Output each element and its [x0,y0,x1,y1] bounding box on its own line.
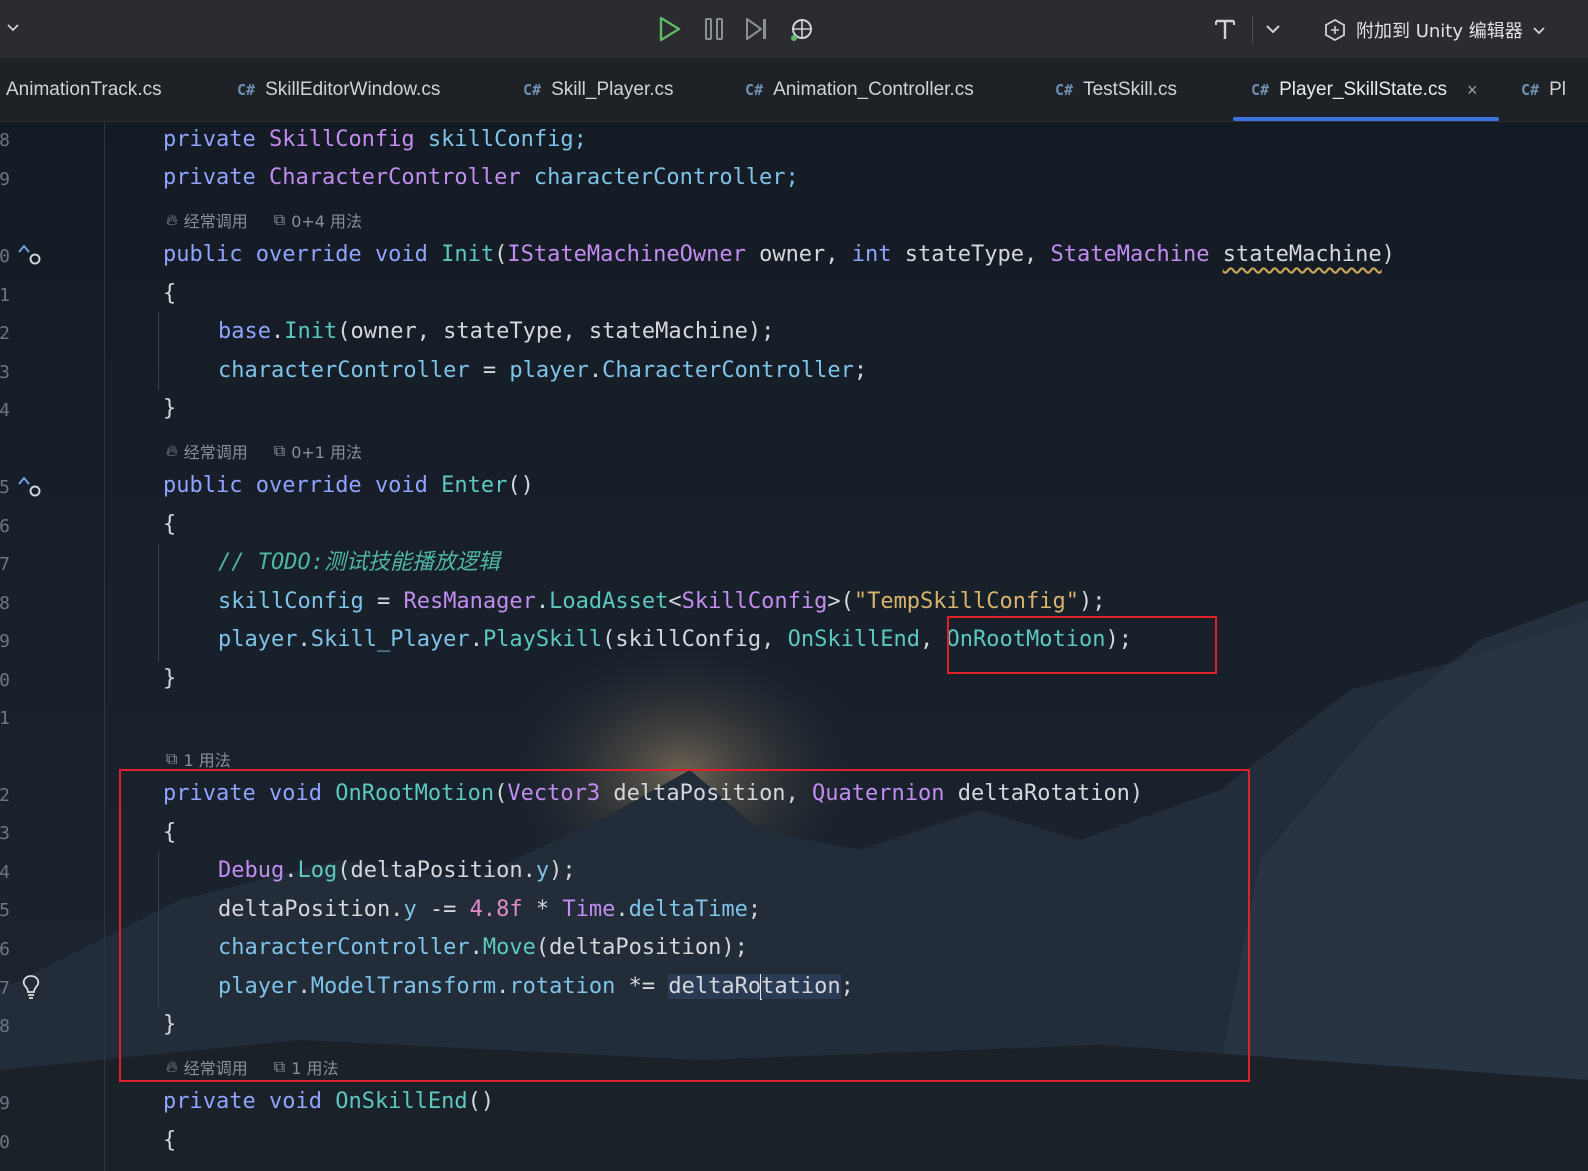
line-number: 2 [0,323,10,344]
tab-skilleditorwindow[interactable]: C# SkillEditorWindow.cs [237,59,440,121]
attach-to-unity-button[interactable]: 附加到 Unity 编辑器 [1322,14,1547,46]
indent-guide [158,312,159,390]
tab-testskill[interactable]: C# TestSkill.cs [1055,59,1177,121]
code-editor[interactable]: 8 9 0 1 2 3 4 5 6 7 8 9 0 1 2 3 4 5 6 7 … [0,122,1588,1171]
codevision-hint[interactable]: ⧉ 1 用法 [166,747,231,771]
csharp-file-icon: C# [523,81,542,99]
csharp-file-icon: C# [1251,81,1270,99]
tab-animation-controller[interactable]: C# Animation_Controller.cs [745,59,974,121]
code-line-enter: public override void Enter() [163,473,534,498]
line-number: 8 [0,130,10,151]
editor-tabs: AnimationTrack.cs C# SkillEditorWindow.c… [0,59,1588,122]
toolbar-separator [1252,16,1253,44]
pause-button[interactable] [699,14,729,44]
csharp-file-icon: C# [745,81,764,99]
active-tab-indicator [1233,117,1500,121]
line-number: 9 [0,631,10,652]
tab-skill-player[interactable]: C# Skill_Player.cs [523,59,674,121]
todo-comment: // TODO:测试技能播放逻辑 [218,550,500,575]
codevision-hint[interactable]: 🔥︎ 经常调用 ⧉ 0+4 用法 [166,208,362,232]
code-line-onskillend: private void OnSkillEnd() [163,1089,495,1114]
line-number: 8 [0,1016,10,1037]
line-number: 6 [0,939,10,960]
debug-button[interactable] [787,14,817,44]
tab-player-skillstate[interactable]: C# Player_SkillState.cs × [1233,59,1500,121]
line-number: 0 [0,246,10,267]
line-number: 9 [0,169,10,190]
line-number: 7 [0,978,10,999]
code-line: { [163,281,177,306]
code-line: private CharacterController characterCon… [163,165,799,190]
override-marker-icon[interactable] [16,474,44,502]
fire-icon: 🔥︎ [166,441,178,460]
code-line: characterController = player.CharacterCo… [218,358,868,383]
tab-label: SkillEditorWindow.cs [265,79,441,100]
run-button[interactable] [654,14,684,44]
line-number: 8 [0,593,10,614]
line-number: 0 [0,670,10,691]
gutter-divider [104,122,105,1171]
line-number: 0 [0,1132,10,1153]
format-icon [1215,19,1235,39]
line-number: 7 [0,554,10,575]
main-toolbar: 附加到 Unity 编辑器 [0,0,1588,59]
format-button[interactable] [1210,14,1240,44]
line-number: 2 [0,785,10,806]
line-number: 6 [0,516,10,537]
csharp-file-icon: C# [237,81,256,99]
pause-icon [705,18,723,40]
code-line: { [163,512,177,537]
step-icon [746,18,766,40]
close-tab-icon[interactable]: × [1467,80,1478,101]
usage-icon: ⧉ [166,749,178,768]
tab-label: Skill_Player.cs [551,79,674,100]
tab-label: AnimationTrack.cs [6,79,162,100]
tab-label: Animation_Controller.cs [773,79,974,100]
unity-attach-icon [1325,18,1345,42]
line-number: 5 [0,477,10,498]
line-number: 1 [0,285,10,306]
tab-label: TestSkill.cs [1083,79,1178,100]
code-line: { [163,1128,177,1153]
tab-overflow[interactable]: C# Pl [1521,59,1566,121]
play-icon [659,16,681,42]
fire-icon: 🔥︎ [166,210,178,229]
chevron-down-icon [1266,25,1280,34]
chevron-down-icon [1533,27,1545,35]
step-button[interactable] [742,14,772,44]
csharp-file-icon: C# [1521,81,1540,99]
usage-icon: ⧉ [273,210,286,229]
attach-label: 附加到 Unity 编辑器 [1356,21,1523,42]
csharp-file-icon: C# [1055,81,1074,99]
line-number: 4 [0,400,10,421]
code-line: skillConfig = ResManager.LoadAsset<Skill… [218,589,1106,614]
line-number: 5 [0,900,10,921]
line-number: 3 [0,362,10,383]
line-number: 4 [0,862,10,883]
codevision-hint[interactable]: 🔥︎ 经常调用 ⧉ 0+1 用法 [166,439,362,463]
highlight-box-onrootmotion-method [119,769,1250,1082]
code-line-init: public override void Init(IStateMachineO… [163,242,1395,267]
override-marker-icon[interactable] [16,242,44,270]
highlight-box-onrootmotion-arg [947,616,1217,674]
usage-icon: ⧉ [273,441,286,460]
tab-animationtrack[interactable]: AnimationTrack.cs [6,59,162,121]
code-line: } [163,396,177,421]
chevron-down-icon[interactable] [6,20,20,34]
tab-label: Pl [1549,79,1566,100]
line-number: 3 [0,823,10,844]
line-number: 9 [0,1093,10,1114]
tab-label: Player_SkillState.cs [1279,79,1447,100]
code-line: } [163,666,177,691]
code-line: private SkillConfig skillConfig; [163,127,587,152]
debug-icon [791,19,812,41]
indent-guide [158,544,159,662]
line-number: 1 [0,708,10,729]
toolbar-dropdown-button[interactable] [1258,14,1288,44]
lightbulb-icon[interactable] [19,973,43,1001]
code-line: base.Init(owner, stateType, stateMachine… [218,319,775,344]
